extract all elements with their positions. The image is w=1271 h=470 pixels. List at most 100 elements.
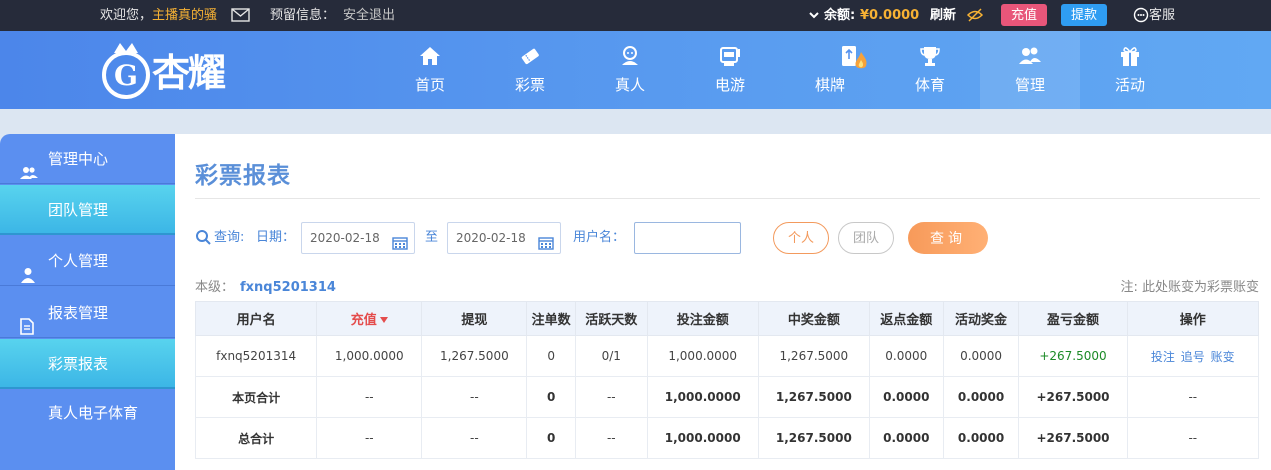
username-input[interactable]: [634, 222, 741, 254]
cell-actions: --: [1126, 417, 1260, 459]
sidebar-label: 团队管理: [48, 201, 109, 219]
nav-promotions[interactable]: 活动: [1080, 31, 1180, 109]
cell-bonus: 0.0000: [942, 376, 1020, 418]
col-recharge[interactable]: 充值: [316, 301, 423, 336]
cell-bet-amount: 1,000.0000: [646, 376, 759, 418]
nav-lottery[interactable]: 彩票: [480, 31, 580, 109]
balance-label: 余额:: [824, 8, 856, 23]
brand-name: 杏耀: [152, 51, 226, 95]
level-user[interactable]: fxnq5201314: [240, 280, 336, 295]
cell-bet-count: 0: [526, 376, 576, 418]
sidebar-label: 真人电子体育: [48, 404, 139, 422]
nav-label: 彩票: [514, 76, 545, 94]
main-content: 彩票报表 查询: 日期： 2020-02-18 至 2020-02-18 用户名…: [175, 134, 1271, 470]
welcome-text: 欢迎您，主播真的骚: [100, 8, 218, 23]
nav-slots[interactable]: 电游: [680, 31, 780, 109]
nav-manage[interactable]: 管理: [980, 31, 1080, 109]
col-username: 用户名: [194, 301, 318, 336]
users-icon: [20, 151, 38, 179]
date-to-value: 2020-02-18: [456, 231, 526, 245]
spacer-strip: [0, 109, 1271, 134]
nav-live[interactable]: 真人: [580, 31, 680, 109]
nav-home[interactable]: 首页: [380, 31, 480, 109]
sidebar-label: 管理中心: [48, 150, 109, 168]
cell-bet-amount: 1,000.0000: [646, 335, 759, 377]
nav-label: 活动: [1114, 76, 1145, 94]
col-bet-amount: 投注金额: [646, 301, 759, 336]
cell-actions: 投注 追号 账变: [1126, 335, 1260, 377]
col-bet-count: 注单数: [526, 301, 576, 336]
refresh-link[interactable]: 刷新: [930, 0, 956, 31]
lottery-icon: [480, 45, 580, 67]
col-profit: 盈亏金额: [1018, 301, 1128, 336]
chevron-down-icon[interactable]: [808, 0, 820, 31]
col-bonus: 活动奖金: [942, 301, 1020, 336]
sidebar-item-live-sports[interactable]: 真人电子体育: [0, 388, 175, 438]
brand-logo[interactable]: G 杏耀: [100, 39, 250, 103]
cell-recharge: 1,000.0000: [316, 335, 423, 377]
cell-withdraw: --: [421, 376, 528, 418]
flame-icon: [853, 51, 869, 75]
grand-total-row: 总合计 -- -- 0 -- 1,000.0000 1,267.5000 0.0…: [194, 417, 1260, 459]
cell-profit: +267.5000: [1018, 376, 1128, 418]
nav-label: 真人: [614, 76, 645, 94]
service-link[interactable]: 客服: [1133, 0, 1175, 31]
sidebar-item-manage-center[interactable]: 管理中心: [0, 134, 175, 184]
chase-link[interactable]: 追号: [1181, 350, 1205, 364]
reserved-info-label: 预留信息：: [270, 8, 336, 23]
team-button[interactable]: 团队: [838, 222, 894, 254]
sidebar-item-lottery-report[interactable]: 彩票报表: [0, 339, 175, 389]
nav-cards[interactable]: 棋牌: [780, 31, 880, 109]
sidebar-item-personal-manage[interactable]: 个人管理: [0, 236, 175, 286]
cell-recharge: --: [316, 417, 423, 459]
balance-value: ¥0.0000: [860, 8, 920, 23]
bet-link[interactable]: 投注: [1151, 350, 1175, 364]
cell-win-amount: 1,267.5000: [757, 335, 870, 377]
table-row: fxnq5201314 1,000.0000 1,267.5000 0 0/1 …: [194, 335, 1260, 377]
personal-button[interactable]: 个人: [773, 222, 829, 254]
sort-desc-icon[interactable]: [379, 317, 388, 323]
recharge-button[interactable]: 充值: [1001, 4, 1048, 26]
cell-actions: --: [1126, 376, 1260, 418]
level-label: 本级：: [195, 280, 235, 295]
cell-win-amount: 1,267.5000: [757, 376, 870, 418]
table-header: 用户名 充值 提现 注单数 活跃天数 投注金额 中奖金额 返点金额 活动奖金 盈…: [194, 301, 1260, 336]
sidebar-item-team-manage[interactable]: 团队管理: [0, 185, 175, 235]
withdraw-button[interactable]: 提款: [1061, 4, 1108, 26]
username: 主播真的骚: [152, 8, 218, 23]
main-nav: G 杏耀 首页 彩票 真人 电游 棋牌 体育 管理 活动: [0, 31, 1271, 109]
sidebar-label: 彩票报表: [48, 355, 109, 373]
col-recharge-label: 充值: [350, 313, 377, 328]
date-from-input[interactable]: 2020-02-18: [301, 222, 415, 254]
cell-username: fxnq5201314: [194, 335, 318, 377]
sidebar: 管理中心 团队管理 个人管理 报表管理 彩票报表 真人电子体育: [0, 134, 175, 470]
nav-label: 管理: [1014, 76, 1045, 94]
calendar-icon[interactable]: [392, 231, 408, 250]
user-icon: [20, 253, 36, 283]
sidebar-item-report-manage[interactable]: 报表管理: [0, 288, 175, 338]
username-label: 用户名：: [573, 230, 626, 245]
chat-icon: [1133, 7, 1149, 23]
col-actions: 操作: [1126, 301, 1260, 336]
nav-sports[interactable]: 体育: [880, 31, 980, 109]
cell-bonus: 0.0000: [942, 417, 1020, 459]
date-label: 日期：: [256, 230, 296, 245]
account-change-link[interactable]: 账变: [1211, 350, 1235, 364]
date-to-input[interactable]: 2020-02-18: [447, 222, 561, 254]
calendar-icon[interactable]: [538, 231, 554, 250]
mail-icon[interactable]: [231, 0, 250, 31]
cell-rebate: 0.0000: [868, 335, 944, 377]
cell-active-days: --: [574, 376, 648, 418]
cell-active-days: 0/1: [574, 335, 648, 377]
col-win-amount: 中奖金额: [757, 301, 870, 336]
sidebar-label: 报表管理: [48, 304, 109, 322]
cell-active-days: --: [574, 417, 648, 459]
query-button[interactable]: 查询: [908, 222, 988, 254]
page-title: 彩票报表: [195, 163, 291, 189]
col-active-days: 活跃天数: [574, 301, 648, 336]
eye-hidden-icon[interactable]: [966, 0, 984, 31]
logout-link[interactable]: 安全退出: [343, 0, 395, 31]
cell-profit: +267.5000: [1018, 335, 1128, 377]
cell-label: 本页合计: [194, 376, 318, 418]
date-from-value: 2020-02-18: [310, 231, 380, 245]
